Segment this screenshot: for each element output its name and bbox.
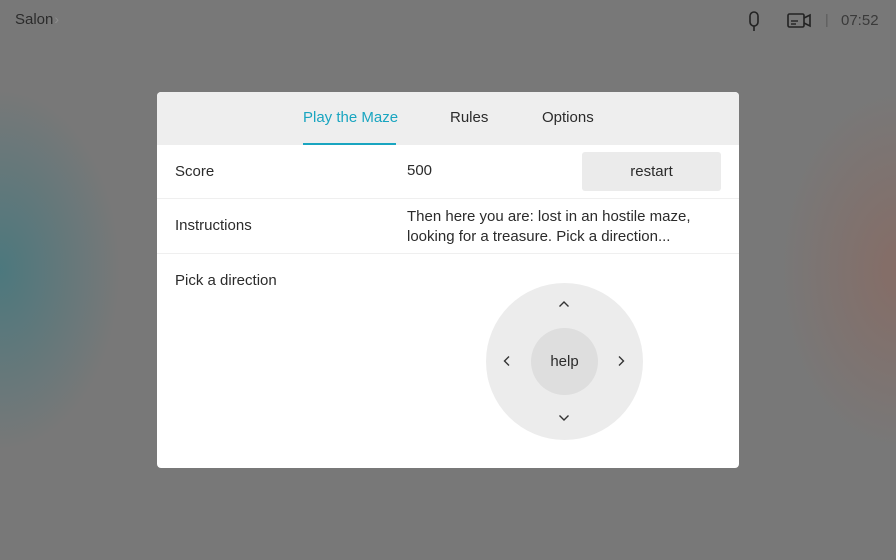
chevron-up-icon [559,301,569,307]
left-button[interactable] [492,346,522,376]
restart-button[interactable]: restart [582,152,721,191]
score-value: 500 [407,162,433,179]
instructions-text: Then here you are: lost in an hostile ma… [407,208,691,245]
maze-panel: Play the Maze Rules Options Score 500 re… [157,92,739,468]
direction-label: Pick a direction [175,272,277,289]
right-button[interactable] [606,346,636,376]
instructions-label: Instructions [175,217,252,234]
tab-options[interactable]: Options [542,109,594,126]
tab-bar: Play the Maze Rules Options [157,92,739,145]
camera-icon[interactable] [787,12,811,29]
direction-row: Pick a direction help [157,254,739,468]
score-row: Score 500 restart [157,145,739,199]
tab-rules[interactable]: Rules [450,109,488,126]
chevron-down-icon [559,415,569,421]
clock: 07:52 [841,12,879,29]
direction-pad: help [486,283,643,440]
chevron-left-icon [503,356,510,366]
down-button[interactable] [549,403,579,433]
separator: | [825,11,829,27]
up-button[interactable] [549,289,579,319]
instructions-row: Instructions Then here you are: lost in … [157,199,739,254]
room-name[interactable]: Salon› [15,11,59,28]
tab-play-the-maze[interactable]: Play the Maze [303,109,398,126]
score-label: Score [175,163,215,180]
chevron-right-icon: › [54,11,60,27]
microphone-icon[interactable] [748,11,760,32]
top-bar: Salon› | 07:52 [0,0,896,42]
chevron-right-icon [618,356,625,366]
help-button[interactable]: help [531,328,598,395]
